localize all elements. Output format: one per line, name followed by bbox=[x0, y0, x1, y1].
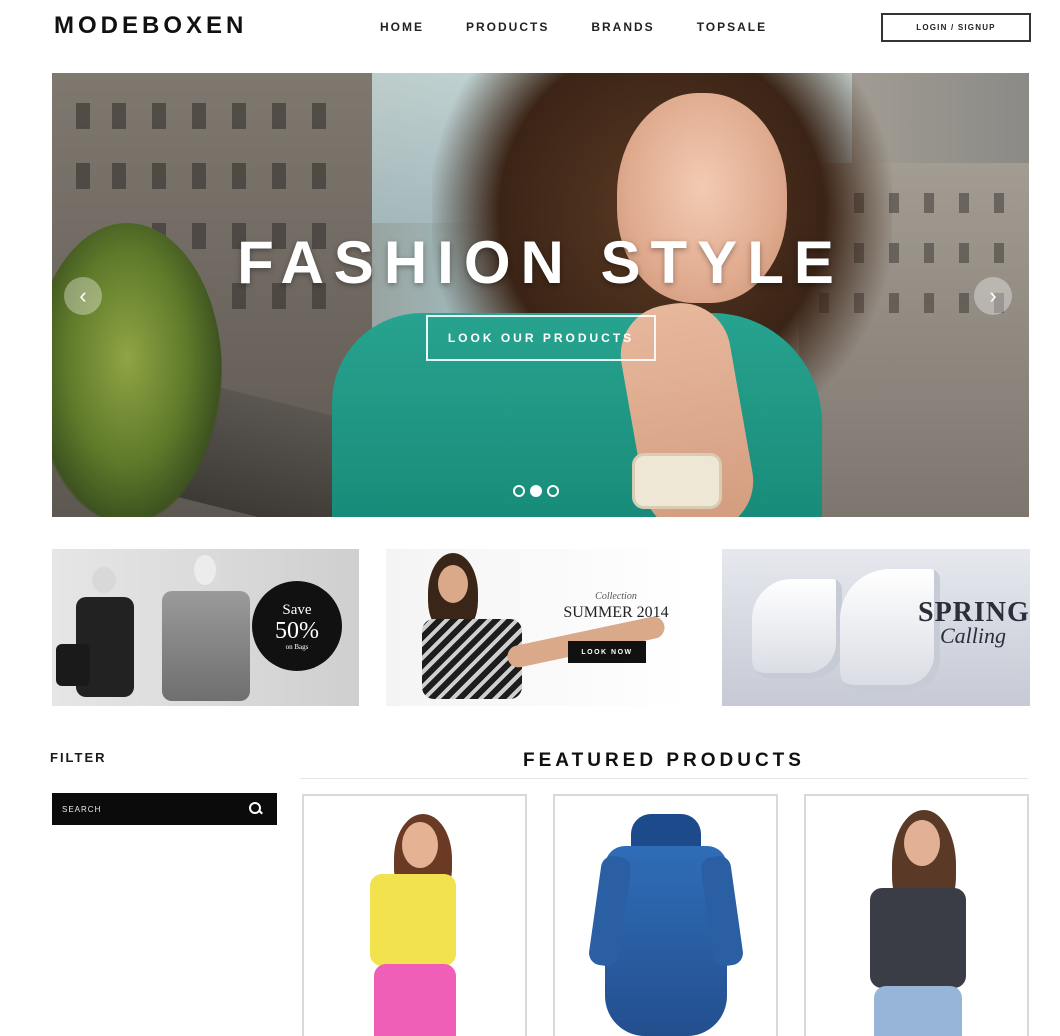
hero-model-bracelet bbox=[632, 453, 722, 509]
filter-title: FILTER bbox=[50, 750, 107, 765]
look-our-products-button[interactable]: LOOK OUR PRODUCTS bbox=[426, 315, 656, 361]
product1-model-face bbox=[402, 822, 438, 868]
featured-products-title: FEATURED PRODUCTS bbox=[523, 750, 805, 771]
spring-text: SPRING Calling bbox=[918, 597, 1029, 649]
nav-item-topsale[interactable]: TOPSALE bbox=[697, 20, 767, 34]
hero-title: FASHION STYLE bbox=[237, 229, 844, 296]
mannequin-right bbox=[194, 555, 216, 585]
slider-dot-3[interactable] bbox=[547, 485, 559, 497]
promo-bags-banner[interactable]: Save 50% on Bags bbox=[52, 549, 359, 706]
handbag-icon bbox=[56, 644, 90, 686]
product-card-blue-coat[interactable] bbox=[553, 794, 778, 1036]
slider-next-arrow-icon[interactable]: › bbox=[974, 277, 1012, 315]
product-card-yellow-top[interactable] bbox=[302, 794, 527, 1036]
slider-dot-1[interactable] bbox=[513, 485, 525, 497]
product3-model-face bbox=[904, 820, 940, 866]
main-nav: HOME PRODUCTS BRANDS TOPSALE bbox=[380, 20, 809, 34]
login-signup-button[interactable]: LOGIN / SIGNUP bbox=[881, 13, 1031, 42]
save-subtext: on Bags bbox=[285, 642, 309, 651]
collection-model-face bbox=[438, 565, 468, 603]
promo-collection-banner[interactable]: Collection SUMMER 2014 LOOK NOW bbox=[386, 549, 694, 706]
save-percent: 50% bbox=[275, 617, 319, 644]
product1-model-pants bbox=[374, 964, 456, 1036]
slider-dot-2[interactable] bbox=[530, 485, 542, 497]
collection-kicker: Collection bbox=[595, 591, 637, 602]
save-badge: Save 50% on Bags bbox=[252, 581, 342, 671]
product-card-grey-top[interactable] bbox=[804, 794, 1029, 1036]
nav-item-brands[interactable]: BRANDS bbox=[591, 20, 654, 34]
search-box bbox=[52, 793, 277, 825]
product1-model-top bbox=[370, 874, 456, 966]
search-input[interactable] bbox=[62, 804, 232, 814]
look-now-button[interactable]: LOOK NOW bbox=[568, 641, 646, 663]
save-word: Save bbox=[282, 601, 312, 618]
mannequin-left bbox=[92, 567, 116, 593]
slider-prev-arrow-icon[interactable]: ‹ bbox=[64, 277, 102, 315]
site-header: MODEBOXEN HOME PRODUCTS BRANDS TOPSALE L… bbox=[0, 0, 1060, 60]
shoe-left-icon bbox=[752, 579, 842, 679]
product3-model-top bbox=[870, 888, 966, 988]
hero-slider: FASHION STYLE LOOK OUR PRODUCTS ‹ › bbox=[52, 73, 1029, 517]
nav-item-products[interactable]: PRODUCTS bbox=[466, 20, 549, 34]
promo-spring-banner[interactable]: SPRING Calling bbox=[722, 549, 1030, 706]
site-logo[interactable]: MODEBOXEN bbox=[54, 12, 247, 40]
collection-text: Collection SUMMER 2014 bbox=[546, 591, 686, 622]
featured-divider bbox=[300, 778, 1028, 779]
mannequin-right-shirt bbox=[162, 591, 250, 701]
collection-title: SUMMER 2014 bbox=[563, 604, 669, 621]
product3-model-jeans bbox=[874, 986, 962, 1036]
nav-item-home[interactable]: HOME bbox=[380, 20, 424, 34]
search-icon[interactable] bbox=[249, 802, 263, 816]
slider-dots bbox=[513, 485, 559, 497]
